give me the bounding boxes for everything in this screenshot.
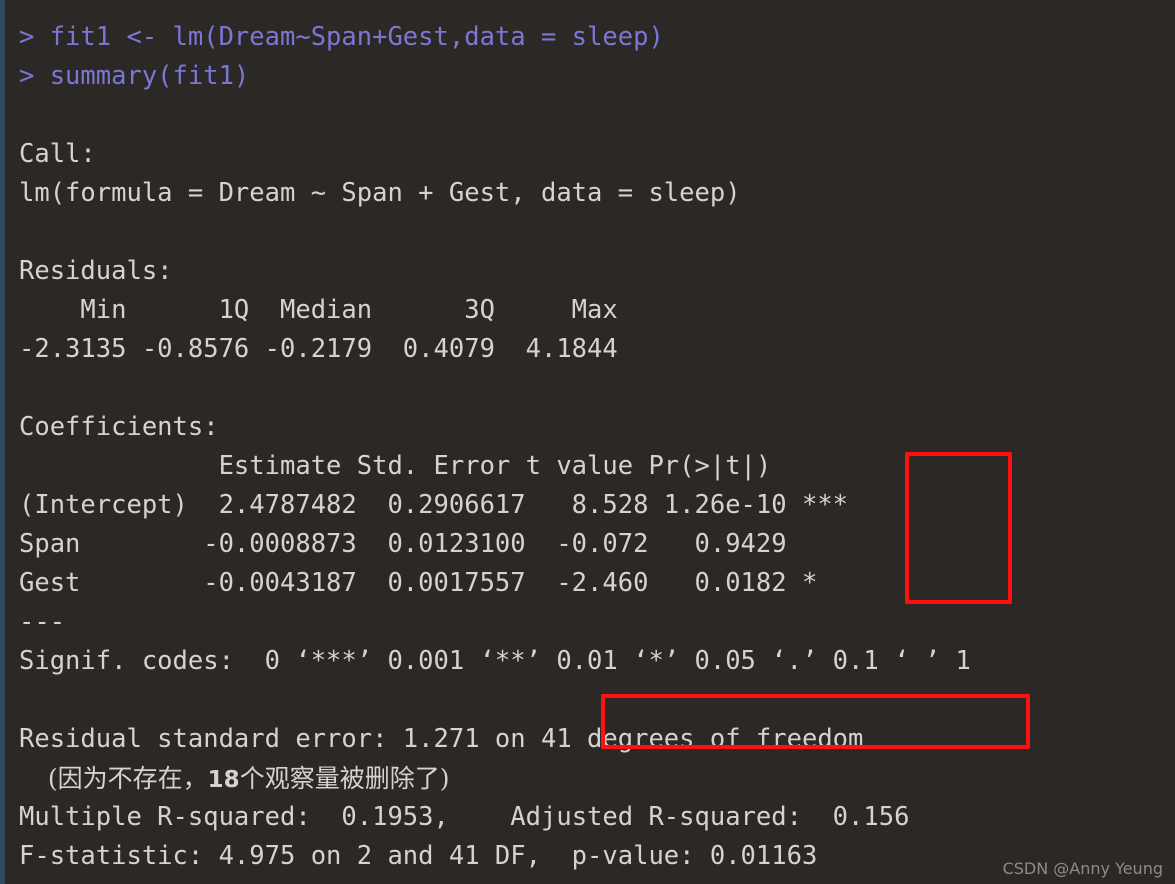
console-left-gutter-strip (0, 0, 5, 884)
console-output-line: -2.3135 -0.8576 -0.2179 0.4079 4.1844 (19, 334, 634, 364)
note-segment-cjk: 个观察量被删除了) (239, 764, 450, 793)
console-output-line: (Intercept) 2.4787482 0.2906617 8.528 1.… (19, 490, 849, 520)
console-output-line: Multiple R-squared: 0.1953, Adjusted R-s… (19, 802, 925, 832)
console-output-line: Residual standard error: 1.271 on 41 deg… (19, 724, 864, 754)
console-output-line: Residuals: (19, 256, 173, 286)
console-output-line: Coefficients: (19, 412, 219, 442)
console-output-line: F-statistic: 4.975 on 2 and 41 DF, p-val… (19, 841, 818, 871)
console-output-line: Min 1Q Median 3Q Max (19, 295, 634, 325)
console-output-line: Estimate Std. Error t value Pr(>|t|) (19, 451, 833, 481)
console-command-line: > summary(fit1) (19, 61, 250, 91)
console-output-line: Gest -0.0043187 0.0017557 -2.460 0.0182 … (19, 568, 849, 598)
console-output-line: lm(formula = Dream ~ Span + Gest, data =… (19, 178, 741, 208)
csdn-watermark: CSDN @Anny Yeung (1002, 859, 1163, 878)
note-segment-num: 18 (207, 767, 240, 793)
console-output-line: Call: (19, 139, 96, 169)
console-command-line: > fit1 <- lm(Dream~Span+Gest,data = slee… (19, 22, 664, 52)
console-output-line: --- (19, 607, 66, 637)
note-segment-space (19, 765, 48, 793)
note-segment-cjk: (因为不存在， (47, 764, 208, 793)
console-output-line: Signif. codes: 0 ‘***’ 0.001 ‘**’ 0.01 ‘… (19, 646, 971, 676)
console-line-list: > fit1 <- lm(Dream~Span+Gest,data = slee… (19, 18, 1169, 876)
console-output-line: Span -0.0008873 0.0123100 -0.072 0.9429 (19, 529, 849, 559)
r-console-output-pane: > fit1 <- lm(Dream~Span+Gest,data = slee… (0, 0, 1175, 884)
console-note-line: (因为不存在，18个观察量被删除了) (19, 759, 1169, 798)
